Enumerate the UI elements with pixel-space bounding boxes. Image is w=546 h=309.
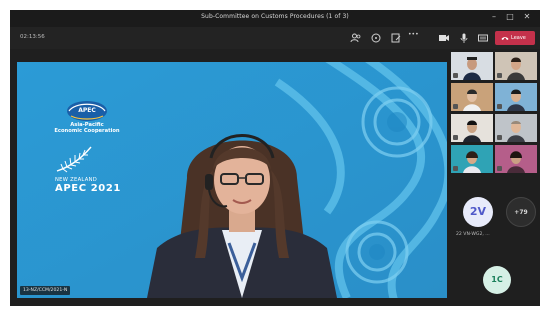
speaker-name-caption: 13-NZ/CCM/2021-N [20,286,71,295]
participants-icon[interactable] [350,32,362,44]
leave-button[interactable]: Leave [495,31,535,45]
participant-panel: 2V +79 22 VN-WG2, ... 1C [448,49,540,306]
participant-video-tile[interactable] [451,145,493,173]
main-video-stage: APEC Asia-Pacific Economic Cooperation N… [17,62,447,298]
participant-video-tile[interactable] [495,83,537,111]
participant-video-tile[interactable] [495,52,537,80]
speaker-video [147,134,337,298]
org-name-line2: Economic Cooperation [54,128,120,134]
participant-video-tile[interactable] [451,83,493,111]
muted-mic-icon [453,135,458,140]
chat-icon[interactable] [370,32,382,44]
close-window-button[interactable]: ✕ [521,12,533,21]
title-bar: Sub-Committee on Customs Procedures (1 o… [10,10,540,27]
share-icon[interactable] [390,32,402,44]
phone-icon [501,34,509,42]
participant-avatar[interactable]: 1C [483,266,511,294]
muted-mic-icon [453,166,458,171]
event-name: APEC 2021 [55,183,121,194]
participant-video-tile[interactable] [495,145,537,173]
muted-mic-icon [497,73,502,78]
teams-window: Sub-Committee on Customs Procedures (1 o… [10,10,540,306]
more-icon[interactable]: ••• [408,31,420,43]
meeting-title: Sub-Committee on Customs Procedures (1 o… [201,13,349,20]
participant-avatar[interactable]: 2V [463,197,493,227]
camera-icon[interactable] [438,32,450,44]
participant-name: 22 VN-WG2, ... [456,232,490,237]
participant-video-tile[interactable] [495,114,537,142]
muted-mic-icon [497,135,502,140]
muted-mic-icon [453,104,458,109]
meeting-timer: 02:13:56 [20,34,45,40]
participant-video-tile[interactable] [451,52,493,80]
participant-video-tile[interactable] [451,114,493,142]
leave-label: Leave [511,35,526,41]
muted-mic-icon [497,166,502,171]
mic-icon[interactable] [458,32,470,44]
muted-mic-icon [497,104,502,109]
meeting-toolbar: 02:13:56 ••• Leave [10,27,540,49]
minimize-button[interactable]: – [488,12,500,21]
muted-mic-icon [453,73,458,78]
fern-icon [56,146,92,173]
apec-logo-text: APEC [78,107,96,114]
maximize-button[interactable]: □ [504,12,516,21]
share-tray-icon[interactable] [477,32,489,44]
more-participants-button[interactable]: +79 [506,197,536,227]
